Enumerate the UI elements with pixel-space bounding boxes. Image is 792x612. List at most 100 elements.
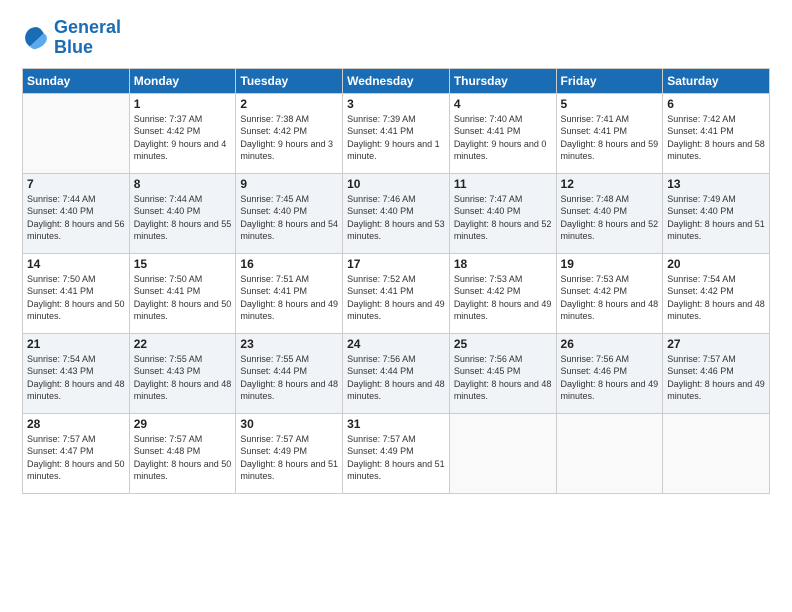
sunrise: Sunrise: 7:57 AM — [134, 434, 203, 444]
calendar-cell: 20Sunrise: 7:54 AMSunset: 4:42 PMDayligh… — [663, 253, 770, 333]
sunrise: Sunrise: 7:40 AM — [454, 114, 523, 124]
day-number: 10 — [347, 177, 445, 191]
daylight: Daylight: 8 hours and 51 minutes. — [347, 459, 445, 482]
calendar-cell: 1Sunrise: 7:37 AMSunset: 4:42 PMDaylight… — [129, 93, 236, 173]
sunset: Sunset: 4:40 PM — [134, 206, 201, 216]
sunset: Sunset: 4:42 PM — [667, 286, 734, 296]
calendar-cell: 21Sunrise: 7:54 AMSunset: 4:43 PMDayligh… — [23, 333, 130, 413]
sunset: Sunset: 4:41 PM — [347, 126, 414, 136]
calendar-cell — [23, 93, 130, 173]
day-number: 3 — [347, 97, 445, 111]
sunrise: Sunrise: 7:50 AM — [27, 274, 96, 284]
col-monday: Monday — [129, 68, 236, 93]
sunrise: Sunrise: 7:51 AM — [240, 274, 309, 284]
daylight: Daylight: 8 hours and 53 minutes. — [347, 219, 445, 242]
calendar-cell: 24Sunrise: 7:56 AMSunset: 4:44 PMDayligh… — [343, 333, 450, 413]
sunset: Sunset: 4:47 PM — [27, 446, 94, 456]
calendar-cell: 16Sunrise: 7:51 AMSunset: 4:41 PMDayligh… — [236, 253, 343, 333]
sunset: Sunset: 4:40 PM — [454, 206, 521, 216]
day-number: 31 — [347, 417, 445, 431]
col-friday: Friday — [556, 68, 663, 93]
calendar-cell: 28Sunrise: 7:57 AMSunset: 4:47 PMDayligh… — [23, 413, 130, 493]
day-info: Sunrise: 7:57 AM Sunset: 4:48 PM Daylight:… — [134, 433, 232, 483]
daylight: Daylight: 8 hours and 49 minutes. — [240, 299, 338, 322]
calendar-cell — [449, 413, 556, 493]
day-number: 8 — [134, 177, 232, 191]
sunset: Sunset: 4:41 PM — [561, 126, 628, 136]
day-info: Sunrise: 7:52 AMSunset: 4:41 PMDaylight:… — [347, 273, 445, 323]
daylight: Daylight: 8 hours and 49 minutes. — [347, 299, 445, 322]
sunset: Sunset: 4:44 PM — [347, 366, 414, 376]
calendar-cell: 23Sunrise: 7:55 AMSunset: 4:44 PMDayligh… — [236, 333, 343, 413]
calendar-cell: 25Sunrise: 7:56 AMSunset: 4:45 PMDayligh… — [449, 333, 556, 413]
sunset: Sunset: 4:48 PM — [134, 446, 201, 456]
day-info: Sunrise: 7:53 AMSunset: 4:42 PMDaylight:… — [561, 273, 659, 323]
calendar-cell: 19 Sunrise: 7:53 AMSunset: 4:42 PMDayligh… — [556, 253, 663, 333]
daylight: Daylight: 8 hours and 48 minutes. — [27, 379, 125, 402]
col-tuesday: Tuesday — [236, 68, 343, 93]
day-info: Sunrise: 7:39 AMSunset: 4:41 PMDaylight:… — [347, 113, 445, 163]
day-number: 26 — [561, 337, 659, 351]
day-number: 14 — [27, 257, 125, 271]
sunrise: Sunrise: 7:55 AM — [240, 354, 309, 364]
calendar-table: Sunday Monday Tuesday Wednesday Thursday… — [22, 68, 770, 494]
sunset: Sunset: 4:44 PM — [240, 366, 307, 376]
calendar-cell: 31Sunrise: 7:57 AMSunset: 4:49 PMDayligh… — [343, 413, 450, 493]
day-info: Sunrise: 7:37 AMSunset: 4:42 PMDaylight:… — [134, 113, 232, 163]
calendar-cell: 8Sunrise: 7:44 AMSunset: 4:40 PMDaylight… — [129, 173, 236, 253]
day-info: Sunrise: 7:44 AMSunset: 4:40 PMDaylight:… — [27, 193, 125, 243]
sunrise: Sunrise: 7:53 AM — [561, 274, 630, 284]
sunset: Sunset: 4:40 PM — [240, 206, 307, 216]
day-number: 19 — [561, 257, 659, 271]
day-info: Sunrise: 7:53 AMSunset: 4:42 PMDaylight:… — [454, 273, 552, 323]
day-info: Sunrise: 7:56 AMSunset: 4:44 PMDaylight:… — [347, 353, 445, 403]
sunrise: Sunrise: 7:57 AM — [27, 434, 96, 444]
header-row: Sunday Monday Tuesday Wednesday Thursday… — [23, 68, 770, 93]
daylight: Daylight: 8 hours and 51 minutes. — [667, 219, 765, 242]
daylight: Daylight: 8 hours and 50 minutes. — [134, 299, 232, 322]
sunrise: Sunrise: 7:44 AM — [27, 194, 96, 204]
day-number: 30 — [240, 417, 338, 431]
sunrise: Sunrise: 7:56 AM — [454, 354, 523, 364]
day-number: 12 — [561, 177, 659, 191]
daylight: Daylight: 8 hours and 48 minutes. — [454, 379, 552, 402]
calendar-cell: 27Sunrise: 7:57 AMSunset: 4:46 PMDayligh… — [663, 333, 770, 413]
sunset: Sunset: 4:41 PM — [454, 126, 521, 136]
col-thursday: Thursday — [449, 68, 556, 93]
daylight: Daylight: 9 hours and 0 minutes. — [454, 139, 547, 162]
daylight: Daylight: 8 hours and 50 minutes. — [134, 459, 232, 482]
daylight: Daylight: 8 hours and 51 minutes. — [240, 459, 338, 482]
calendar-cell: 5Sunrise: 7:41 AMSunset: 4:41 PMDaylight… — [556, 93, 663, 173]
day-info: Sunrise: 7:42 AMSunset: 4:41 PMDaylight:… — [667, 113, 765, 163]
calendar-cell: 6Sunrise: 7:42 AMSunset: 4:41 PMDaylight… — [663, 93, 770, 173]
day-info: Sunrise: 7:45 AMSunset: 4:40 PMDaylight:… — [240, 193, 338, 243]
sunset: Sunset: 4:49 PM — [240, 446, 307, 456]
calendar-cell: 17Sunrise: 7:52 AMSunset: 4:41 PMDayligh… — [343, 253, 450, 333]
day-info: Sunrise: 7:47 AM Sunset: 4:40 PM Daylight:… — [454, 193, 552, 243]
day-number: 22 — [134, 337, 232, 351]
sunset: Sunset: 4:42 PM — [134, 126, 201, 136]
daylight: Daylight: 8 hours and 52 minutes. — [454, 219, 552, 242]
calendar-week-2: 7Sunrise: 7:44 AMSunset: 4:40 PMDaylight… — [23, 173, 770, 253]
day-info: Sunrise: 7:56 AMSunset: 4:46 PMDaylight:… — [561, 353, 659, 403]
day-info: Sunrise: 7:48 AMSunset: 4:40 PMDaylight:… — [561, 193, 659, 243]
calendar-cell: 29Sunrise: 7:57 AMSunset: 4:48 PMDayligh… — [129, 413, 236, 493]
sunrise: Sunrise: 7:41 AM — [561, 114, 630, 124]
logo-icon — [22, 24, 50, 52]
daylight: Daylight: 8 hours and 50 minutes. — [27, 299, 125, 322]
day-info: Sunrise: 7:51 AMSunset: 4:41 PMDaylight:… — [240, 273, 338, 323]
daylight: Daylight: 8 hours and 49 minutes. — [561, 379, 659, 402]
day-number: 4 — [454, 97, 552, 111]
day-number: 5 — [561, 97, 659, 111]
day-number: 23 — [240, 337, 338, 351]
daylight: Daylight: 9 hours and 3 minutes. — [240, 139, 333, 162]
calendar-cell — [663, 413, 770, 493]
sunrise: Sunrise: 7:53 AM — [454, 274, 523, 284]
sunrise: Sunrise: 7:57 AM — [240, 434, 309, 444]
sunrise: Sunrise: 7:47 AM — [454, 194, 523, 204]
daylight: Daylight: 8 hours and 56 minutes. — [27, 219, 125, 242]
sunset: Sunset: 4:46 PM — [561, 366, 628, 376]
calendar-cell: 9Sunrise: 7:45 AMSunset: 4:40 PMDaylight… — [236, 173, 343, 253]
sunrise: Sunrise: 7:49 AM — [667, 194, 736, 204]
logo-line1: General — [54, 18, 121, 38]
